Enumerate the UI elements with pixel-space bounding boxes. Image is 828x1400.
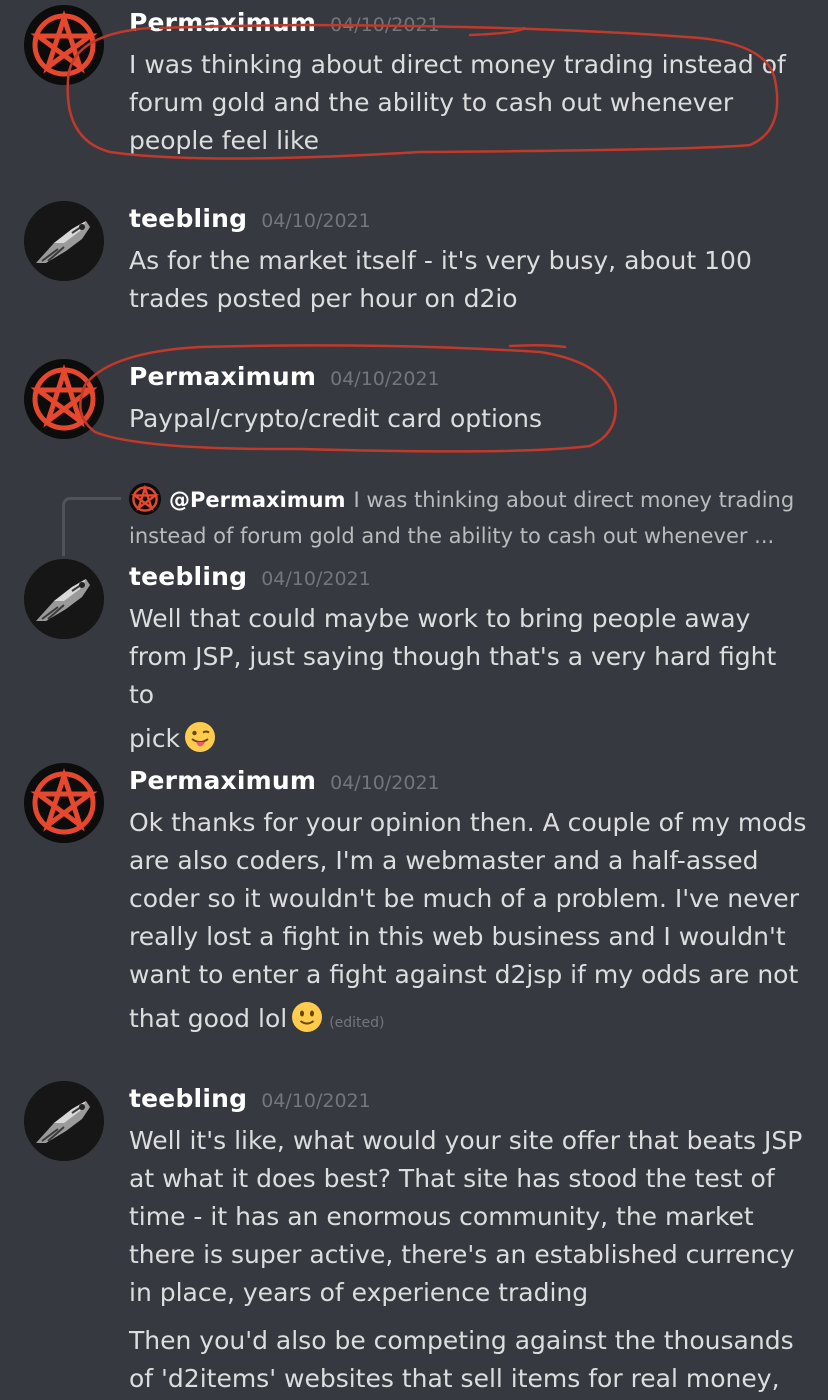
author-name[interactable]: Permaximum — [129, 8, 316, 37]
teebling-avatar[interactable] — [24, 201, 104, 281]
reply-connector — [62, 497, 121, 556]
timestamp: 04/10/2021 — [330, 368, 440, 390]
permaximum-avatar[interactable] — [24, 763, 104, 843]
message-line: in place, years of experience trading — [129, 1278, 589, 1307]
reply-mention[interactable]: @Permaximum — [169, 488, 346, 512]
author-name[interactable]: teebling — [129, 562, 247, 591]
message-content: Well that could maybe work to bring peop… — [129, 600, 809, 758]
message-content: Ok thanks for your opinion then. A coupl… — [129, 804, 809, 1042]
message-line: that good lol — [129, 1004, 288, 1033]
message-line: forum gold and the ability to cash out w… — [129, 88, 734, 117]
tongue-out-emoji — [185, 722, 216, 752]
author-name[interactable]: Permaximum — [129, 362, 316, 391]
message-line: Well that could maybe work to bring peop… — [129, 604, 751, 633]
author-name[interactable]: teebling — [129, 1084, 247, 1113]
message-line: are also coders, I'm a webmaster and a h… — [129, 846, 759, 875]
message-line: pick — [129, 724, 181, 753]
pentagram-icon — [24, 359, 104, 439]
message-line: coder so it wouldn't be much of a proble… — [129, 884, 799, 913]
crow-skull-icon — [24, 201, 104, 281]
message-line: Paypal/crypto/credit card options — [129, 404, 543, 433]
slight-smile-emoji — [292, 1002, 323, 1032]
pentagram-icon — [24, 763, 104, 843]
pentagram-icon — [129, 483, 161, 515]
message-content: Well it's like, what would your site off… — [129, 1122, 809, 1398]
message-line: Then you'd also be competing against the… — [129, 1326, 794, 1355]
message-line: really lost a fight in this web business… — [129, 922, 786, 951]
reply-preview[interactable]: @Permaximum I was thinking about direct m… — [129, 482, 809, 554]
message-line: at what it does best? That site has stoo… — [129, 1164, 775, 1193]
reply-text: instead of forum gold and the ability to… — [129, 524, 775, 548]
permaximum-avatar[interactable] — [24, 359, 104, 439]
pentagram-icon — [24, 5, 104, 85]
crow-skull-icon — [24, 1081, 104, 1161]
message-line: trades posted per hour on d2io — [129, 284, 518, 313]
message-line: Well it's like, what would your site off… — [129, 1126, 803, 1155]
message-line: I was thinking about direct money tradin… — [129, 50, 786, 79]
permaximum-avatar[interactable] — [24, 5, 104, 85]
message-line: want to enter a fight against d2jsp if m… — [129, 960, 799, 989]
crow-skull-icon — [24, 559, 104, 639]
timestamp: 04/10/2021 — [330, 14, 440, 36]
timestamp: 04/10/2021 — [330, 772, 440, 794]
message-line: people feel like — [129, 126, 320, 155]
message-line: time - it has an enormous community, the… — [129, 1202, 754, 1231]
author-name[interactable]: teebling — [129, 204, 247, 233]
message-line: Ok thanks for your opinion then. A coupl… — [129, 808, 807, 837]
message-content: As for the market itself - it's very bus… — [129, 242, 809, 318]
message-line: from JSP, just saying though that's a ve… — [129, 642, 777, 709]
timestamp: 04/10/2021 — [261, 568, 371, 590]
message-content: I was thinking about direct money tradin… — [129, 46, 809, 160]
reply-text: I was thinking about direct money tradin… — [353, 488, 795, 512]
message-content: Paypal/crypto/credit card options — [129, 400, 809, 438]
teebling-avatar[interactable] — [24, 559, 104, 639]
author-name[interactable]: Permaximum — [129, 766, 316, 795]
edited-label: (edited) — [329, 1015, 385, 1031]
timestamp: 04/10/2021 — [261, 210, 371, 232]
timestamp: 04/10/2021 — [261, 1090, 371, 1112]
message-line: of 'd2items' websites that sell items fo… — [129, 1364, 780, 1393]
teebling-avatar[interactable] — [24, 1081, 104, 1161]
message-line: there is super active, there's an establ… — [129, 1240, 795, 1269]
message-line: As for the market itself - it's very bus… — [129, 246, 752, 275]
